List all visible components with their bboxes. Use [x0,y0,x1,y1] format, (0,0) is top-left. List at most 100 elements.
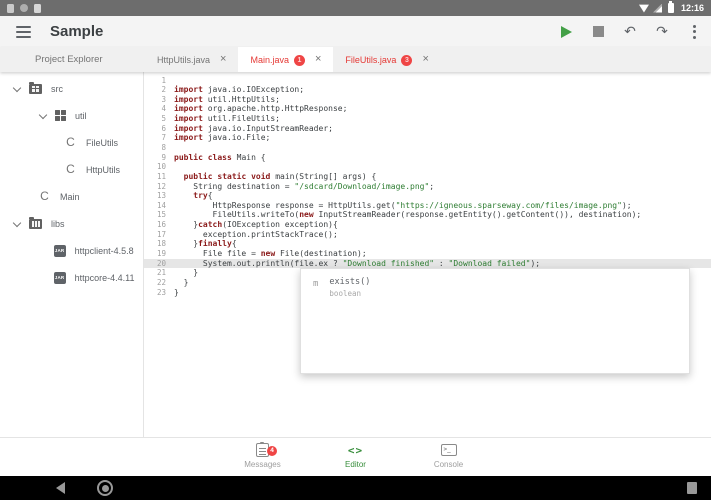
code-line[interactable]: 9public class Main { [144,153,711,163]
tab-label: HttpUtils.java [157,55,210,65]
line-number: 10 [144,162,174,172]
line-number: 8 [144,143,174,153]
project-explorer-panel: srcutilCFileUtilsCHttpUtilsCMainlibsJARh… [0,72,144,437]
tree-item-label: libs [51,219,65,229]
error-count-badge: 3 [401,54,412,66]
code-text: System.out.println(file.ex ? "Download f… [174,259,540,269]
main-area: srcutilCFileUtilsCHttpUtilsCMainlibsJARh… [0,72,711,437]
code-text: import util.FileUtils; [174,114,280,124]
bottom-nav-iconwrap: 4 [256,442,269,458]
class-icon: C [64,163,77,176]
overflow-menu-button[interactable] [687,23,701,41]
chevron-down-icon[interactable] [12,222,21,226]
code-icon: <> [348,444,363,457]
line-number: 18 [144,239,174,249]
tab-Main.java[interactable]: Main.java1× [238,47,333,72]
code-line[interactable]: 1 [144,76,711,86]
chevron-down-icon[interactable] [38,114,47,118]
code-line[interactable]: 3import util.HttpUtils; [144,95,711,105]
more-vert-icon [693,25,696,39]
code-line[interactable]: 16 }catch(IOException exception){ [144,220,711,230]
code-text: public static void main(String[] args) { [174,172,376,182]
tab-HttpUtils.java[interactable]: HttpUtils.java × [145,47,238,72]
code-text: }finally{ [174,239,237,249]
console-icon: >_ [441,444,457,456]
line-number: 15 [144,210,174,220]
notification-app-icon [7,4,14,13]
tree-item-Main[interactable]: C Main [0,183,143,210]
code-line[interactable]: 14 HttpResponse response = HttpUtils.get… [144,201,711,211]
autocomplete-suggestion[interactable]: exists() boolean [329,277,370,298]
code-line[interactable]: 10 [144,162,711,172]
run-button[interactable] [559,23,573,41]
close-icon[interactable]: × [422,54,428,65]
panel-title: Project Explorer [35,47,103,72]
class-icon: C [38,190,51,203]
line-number: 3 [144,95,174,105]
tab-bar: Project Explorer HttpUtils.java×Main.jav… [0,47,711,72]
code-editor[interactable]: 12import java.io.IOException;3import uti… [144,72,711,437]
code-line[interactable]: 4import org.apache.http.HttpResponse; [144,104,711,114]
bottom-nav-messages[interactable]: 4Messages [216,438,309,476]
class-icon: C [64,136,77,149]
line-number: 6 [144,124,174,134]
recents-icon[interactable] [687,482,697,494]
bottom-nav-console[interactable]: >_Console [402,438,495,476]
tree-item-httpcore-4.4.11[interactable]: JARhttpcore-4.4.11 [0,264,143,291]
tab-label: FileUtils.java [345,55,396,65]
code-lines: 12import java.io.IOException;3import uti… [144,72,711,297]
status-notification-icons [7,4,41,13]
home-icon[interactable] [97,480,113,496]
tree-item-src[interactable]: src [0,75,143,102]
stop-button[interactable] [591,23,605,41]
module-folder-icon [29,84,42,94]
code-line[interactable]: 6import java.io.InputStreamReader; [144,124,711,134]
line-number: 21 [144,268,174,278]
tree-item-FileUtils[interactable]: C FileUtils [0,129,143,156]
code-text: } [174,288,179,298]
library-folder-icon [29,219,42,229]
app-screen: 12:16 Sample ↶ ↷ Project Explorer HttpUt… [0,0,711,500]
code-line[interactable]: 11 public static void main(String[] args… [144,172,711,182]
code-line[interactable]: 8 [144,143,711,153]
tab-FileUtils.java[interactable]: FileUtils.java 3 × [333,47,440,72]
code-line[interactable]: 7import java.io.File; [144,133,711,143]
bottom-nav-label: Editor [345,460,366,469]
tree-item-httpclient-4.5.8[interactable]: JARhttpclient-4.5.8 [0,237,143,264]
line-number: 11 [144,172,174,182]
line-number: 13 [144,191,174,201]
status-time: 12:16 [681,3,704,13]
bottom-navigation: 4Messages <> Editor >_Console [0,437,711,476]
tree-item-label: Main [60,192,80,202]
bottom-nav-iconwrap: >_ [441,442,457,458]
back-icon[interactable] [56,482,65,494]
redo-button[interactable]: ↷ [655,23,669,41]
tree-item-label: FileUtils [86,138,118,148]
toolbar-actions: ↶ ↷ [559,23,701,41]
status-bar: 12:16 [0,0,711,16]
menu-icon[interactable] [14,22,33,42]
code-line[interactable]: 2import java.io.IOException; [144,85,711,95]
tree-item-libs[interactable]: libs [0,210,143,237]
code-line[interactable]: 12 String destination = "/sdcard/Downloa… [144,182,711,192]
code-line[interactable]: 18 }finally{ [144,239,711,249]
undo-button[interactable]: ↶ [623,23,637,41]
code-line[interactable]: 5import util.FileUtils; [144,114,711,124]
editor-tabs: HttpUtils.java×Main.java1×FileUtils.java… [145,47,441,72]
code-text: import org.apache.http.HttpResponse; [174,104,347,114]
bottom-nav-editor[interactable]: <> Editor [309,438,402,476]
code-line[interactable]: 15 FileUtils.writeTo(new InputStreamRead… [144,210,711,220]
tree-item-util[interactable]: util [0,102,143,129]
code-text: import util.HttpUtils; [174,95,280,105]
code-line[interactable]: 19 File file = new File(destination); [144,249,711,259]
tree-item-HttpUtils[interactable]: CHttpUtils [0,156,143,183]
line-number: 9 [144,153,174,163]
code-line[interactable]: 13 try{ [144,191,711,201]
close-icon[interactable]: × [220,54,226,65]
close-icon[interactable]: × [315,54,321,65]
code-line[interactable]: 17 exception.printStackTrace(); [144,230,711,240]
code-line[interactable]: 20 System.out.println(file.ex ? "Downloa… [144,259,711,269]
autocomplete-popup[interactable]: m exists() boolean [300,268,690,374]
chevron-down-icon[interactable] [12,87,21,91]
autocomplete-method-name[interactable]: exists() [329,277,370,287]
